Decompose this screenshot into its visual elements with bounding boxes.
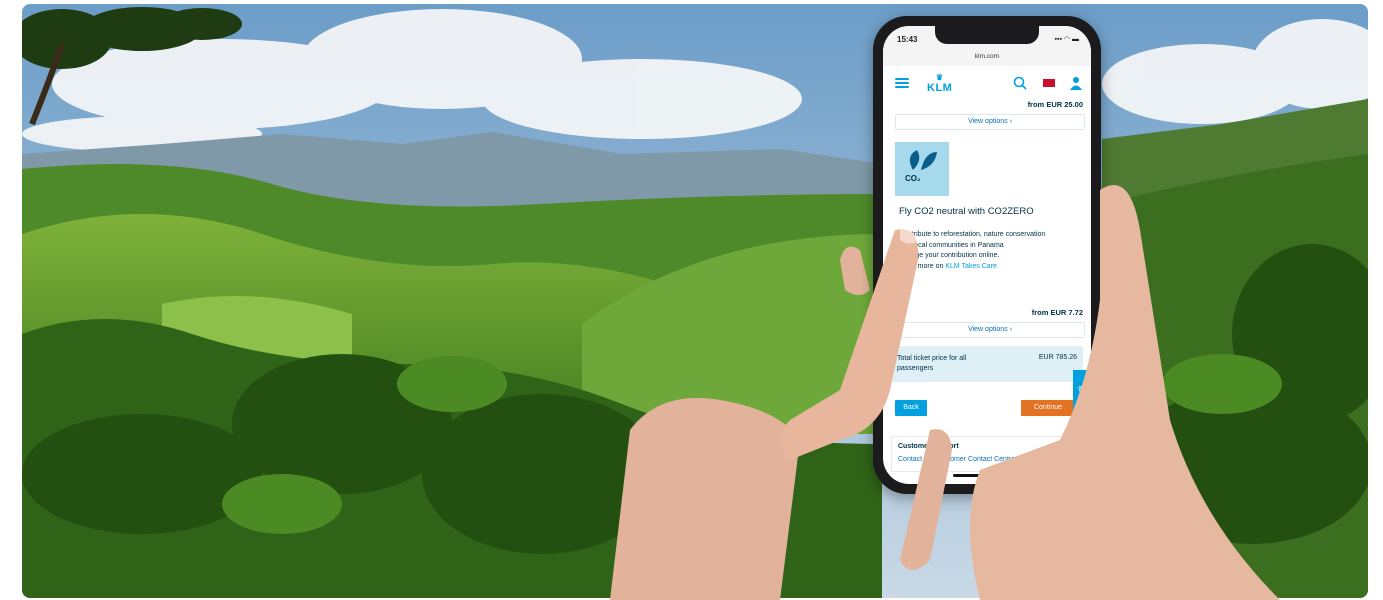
support-title: Customer support [898,443,959,450]
logo-text: KLM [927,82,953,94]
view-options-label-1: View options [968,118,1008,125]
leaf-icon [909,150,937,170]
background-photo [22,4,1368,598]
customer-support-box: Customer support Contact the Customer Co… [891,436,1083,472]
total-price-box: Total ticket price for all passengers EU… [891,346,1083,382]
co2-bullet-4: Read more on KLM Takes Care [899,262,1084,273]
search-icon[interactable] [1013,76,1027,90]
co2-bullet-1: Contribute to reforestation, nature cons… [899,231,1046,238]
contact-centre-link[interactable]: Contact the Customer Contact Centre [898,456,1015,463]
co2-bullet-2: and local communities in Panama [899,241,1004,249]
co2-bullets: Contribute to reforestation, nature cons… [899,230,1084,272]
feedback-tab[interactable]: Feedback [1073,370,1091,432]
page-content: from EUR 25.00 View options › CO₂ Fly CO… [883,100,1091,484]
co2-image: CO₂ [895,142,949,196]
view-options-button-2[interactable]: View options › [895,322,1085,338]
klm-logo[interactable]: ♛ KLM [927,73,953,95]
co2-bullet-3: arrange your contribution online. [899,252,1000,259]
total-label: Total ticket price for all passengers [897,355,967,372]
total-value: EUR 785.26 [1038,354,1077,361]
co2zero-card: CO₂ Fly CO2 neutral with CO2ZERO Contrib… [883,140,1091,338]
klm-takes-care-link[interactable]: KLM Takes Care [945,263,997,270]
view-options-button-1[interactable]: View options › [895,114,1085,130]
co2-label: CO₂ [905,174,921,183]
back-button[interactable]: Back [895,400,927,416]
co2-title: Fly CO2 neutral with CO2ZERO [899,206,1034,217]
phone-notch [935,26,1039,44]
user-icon[interactable] [1069,76,1083,90]
view-options-label-2: View options [968,326,1008,333]
url-bar[interactable]: klm.com [883,53,1091,60]
status-time: 15:43 [897,35,918,44]
smartphone: 15:43 ▪▪▪ ◠ ▬ klm.com ♛ KLM from EUR 25.0… [873,16,1101,494]
phone-screen: 15:43 ▪▪▪ ◠ ▬ klm.com ♛ KLM from EUR 25.0… [883,26,1091,484]
klm-header: ♛ KLM [883,66,1091,100]
previous-price: from EUR 25.00 [1027,100,1083,109]
menu-icon[interactable] [895,78,909,88]
read-more-text: Read more on [899,262,946,270]
landscape-illustration [22,4,1368,598]
crown-icon: ♛ [935,73,944,82]
continue-button[interactable]: Continue [1021,400,1075,416]
signal-icon: ▪▪▪ ◠ ▬ [1054,36,1079,43]
uk-flag-icon[interactable] [1043,79,1055,87]
home-indicator [953,474,1021,477]
co2-price: from EUR 7.72 [1031,308,1083,317]
